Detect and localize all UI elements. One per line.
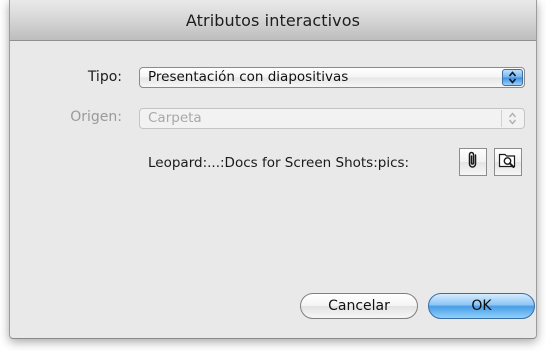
dialog-window: Atributos interactivos Tipo: Presentació… [9,0,537,339]
attach-button[interactable] [459,148,487,176]
cancel-button[interactable]: Cancelar [300,293,418,319]
tipo-value: Presentación con diapositivas [148,69,349,85]
origen-popup: Carpeta [139,108,525,129]
tipo-label: Tipo: [87,69,122,85]
titlebar[interactable]: Atributos interactivos [10,0,536,41]
magnifier-folder-icon [498,151,518,173]
window-title: Atributos interactivos [185,11,361,30]
ok-button[interactable]: OK [428,293,535,319]
folder-path: Leopard:...:Docs for Screen Shots:pics: [148,155,410,171]
up-down-chevron-icon [502,69,523,86]
browse-button[interactable] [494,148,522,176]
up-down-chevron-icon [501,110,523,127]
origen-value: Carpeta [148,110,202,126]
tipo-popup[interactable]: Presentación con diapositivas [139,67,525,88]
paperclip-icon [466,150,480,174]
origen-label: Origen: [70,109,122,125]
